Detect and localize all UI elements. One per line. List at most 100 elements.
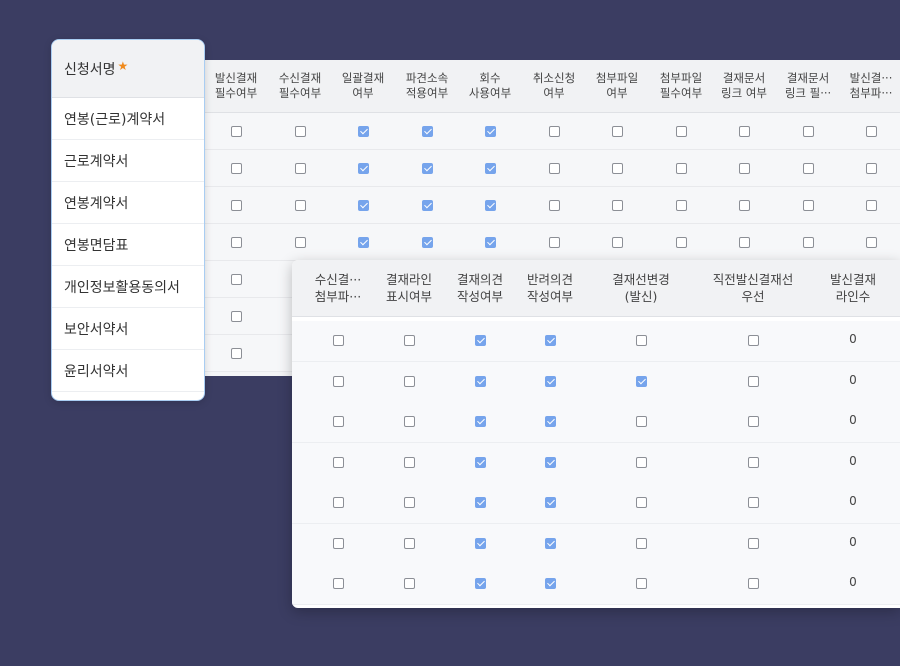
checkbox-unchecked[interactable] [739, 200, 750, 211]
checkbox-unchecked[interactable] [636, 335, 647, 346]
checkbox-checked[interactable] [475, 335, 486, 346]
checkbox-unchecked[interactable] [404, 456, 415, 468]
checkbox-unchecked[interactable] [676, 163, 687, 174]
checkbox-unchecked[interactable] [549, 126, 560, 137]
checkbox-unchecked[interactable] [231, 200, 242, 211]
checkbox-unchecked[interactable] [333, 578, 344, 589]
checkbox-unchecked[interactable] [748, 537, 759, 549]
checkbox-unchecked[interactable] [636, 456, 647, 468]
checkbox-checked[interactable] [545, 416, 556, 427]
checkbox-unchecked[interactable] [549, 200, 560, 211]
checkbox-unchecked[interactable] [748, 335, 759, 346]
checkbox-unchecked[interactable] [295, 237, 306, 248]
checkbox-checked[interactable] [358, 237, 369, 248]
checkbox-checked[interactable] [636, 375, 647, 387]
checkbox-checked[interactable] [485, 163, 496, 174]
checkbox-unchecked[interactable] [231, 274, 242, 285]
checkbox-checked[interactable] [485, 126, 496, 137]
application-name-item[interactable]: 연봉면담표 [52, 224, 204, 266]
checkbox-checked[interactable] [545, 375, 556, 387]
checkbox-unchecked[interactable] [333, 375, 344, 387]
checkbox-checked[interactable] [475, 416, 486, 427]
checkbox-checked[interactable] [545, 578, 556, 589]
checkbox-unchecked[interactable] [549, 163, 560, 174]
checkbox-unchecked[interactable] [404, 335, 415, 346]
checkbox-unchecked[interactable] [333, 416, 344, 427]
application-name-item[interactable]: 개인정보활용동의서 [52, 266, 204, 308]
checkbox-unchecked[interactable] [404, 416, 415, 427]
checkbox-unchecked[interactable] [803, 237, 814, 248]
front-column-header: 결재선변경 (발신) [612, 272, 670, 304]
application-name-header-label: 신청서명 [64, 61, 116, 78]
checkbox-unchecked[interactable] [676, 237, 687, 248]
checkbox-unchecked[interactable] [333, 497, 344, 508]
checkbox-checked[interactable] [358, 163, 369, 174]
checkbox-unchecked[interactable] [404, 497, 415, 508]
checkbox-unchecked[interactable] [739, 163, 750, 174]
checkbox-unchecked[interactable] [803, 163, 814, 174]
checkbox-checked[interactable] [475, 456, 486, 468]
checkbox-unchecked[interactable] [748, 578, 759, 589]
checkbox-unchecked[interactable] [549, 237, 560, 248]
front-column-header: 반려의견 작성여부 [526, 272, 573, 304]
checkbox-checked[interactable] [475, 497, 486, 508]
checkbox-checked[interactable] [422, 126, 433, 137]
checkbox-unchecked[interactable] [748, 497, 759, 508]
application-name-item[interactable]: 윤리서약서 [52, 350, 204, 392]
front-column-header: 직전발신결재선 우선 [712, 272, 794, 304]
checkbox-unchecked[interactable] [803, 126, 814, 137]
checkbox-unchecked[interactable] [333, 335, 344, 346]
checkbox-unchecked[interactable] [333, 456, 344, 468]
checkbox-unchecked[interactable] [636, 537, 647, 549]
checkbox-checked[interactable] [358, 200, 369, 211]
checkbox-unchecked[interactable] [676, 200, 687, 211]
checkbox-unchecked[interactable] [333, 537, 344, 549]
checkbox-checked[interactable] [545, 335, 556, 346]
checkbox-checked[interactable] [475, 537, 486, 549]
checkbox-unchecked[interactable] [739, 126, 750, 137]
checkbox-unchecked[interactable] [404, 537, 415, 549]
checkbox-unchecked[interactable] [866, 237, 877, 248]
checkbox-checked[interactable] [475, 375, 486, 387]
checkbox-checked[interactable] [422, 237, 433, 248]
checkbox-unchecked[interactable] [295, 200, 306, 211]
checkbox-unchecked[interactable] [803, 200, 814, 211]
checkbox-checked[interactable] [485, 200, 496, 211]
checkbox-checked[interactable] [422, 163, 433, 174]
checkbox-unchecked[interactable] [295, 163, 306, 174]
checkbox-unchecked[interactable] [612, 237, 623, 248]
checkbox-unchecked[interactable] [231, 348, 242, 359]
checkbox-unchecked[interactable] [676, 126, 687, 137]
checkbox-unchecked[interactable] [612, 163, 623, 174]
checkbox-unchecked[interactable] [231, 237, 242, 248]
checkbox-unchecked[interactable] [748, 416, 759, 427]
checkbox-unchecked[interactable] [231, 311, 242, 322]
checkbox-checked[interactable] [358, 126, 369, 137]
checkbox-checked[interactable] [545, 456, 556, 468]
checkbox-unchecked[interactable] [866, 163, 877, 174]
checkbox-unchecked[interactable] [295, 126, 306, 137]
checkbox-unchecked[interactable] [636, 497, 647, 508]
checkbox-unchecked[interactable] [404, 375, 415, 387]
checkbox-unchecked[interactable] [748, 456, 759, 468]
application-name-item[interactable]: 보안서약서 [52, 308, 204, 350]
application-name-item[interactable]: 근로계약서 [52, 140, 204, 182]
checkbox-unchecked[interactable] [739, 237, 750, 248]
checkbox-unchecked[interactable] [612, 126, 623, 137]
checkbox-checked[interactable] [545, 537, 556, 549]
application-name-item[interactable]: 연봉(근로)계약서 [52, 98, 204, 140]
checkbox-unchecked[interactable] [231, 126, 242, 137]
checkbox-checked[interactable] [545, 497, 556, 508]
checkbox-unchecked[interactable] [748, 375, 759, 387]
checkbox-checked[interactable] [475, 578, 486, 589]
checkbox-unchecked[interactable] [866, 126, 877, 137]
checkbox-checked[interactable] [485, 237, 496, 248]
application-name-item[interactable]: 연봉계약서 [52, 182, 204, 224]
checkbox-unchecked[interactable] [231, 163, 242, 174]
checkbox-checked[interactable] [422, 200, 433, 211]
checkbox-unchecked[interactable] [866, 200, 877, 211]
checkbox-unchecked[interactable] [404, 578, 415, 589]
checkbox-unchecked[interactable] [636, 416, 647, 427]
checkbox-unchecked[interactable] [612, 200, 623, 211]
checkbox-unchecked[interactable] [636, 578, 647, 589]
